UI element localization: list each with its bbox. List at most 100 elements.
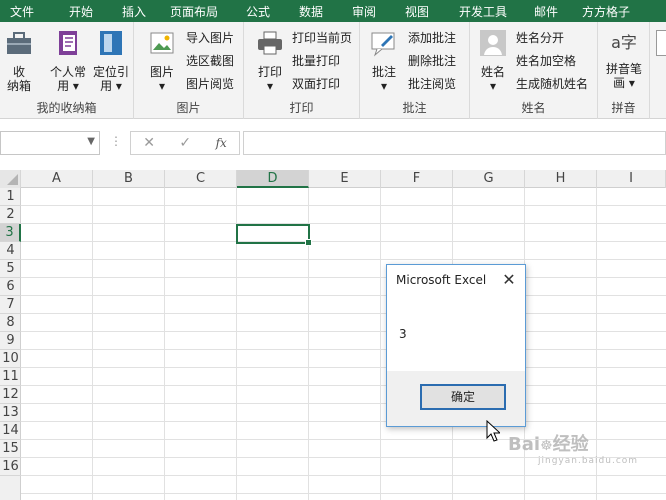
personal-common-button[interactable]: 个人常 用 ▾ <box>46 28 90 93</box>
comment-button[interactable]: 批注 ▾ <box>366 28 402 93</box>
group-label-print: 打印 <box>289 101 314 115</box>
split-name-button[interactable]: 姓名分开 <box>516 28 564 48</box>
tab-formulas[interactable]: 公式 <box>238 3 278 20</box>
toolbox-icon <box>2 28 36 61</box>
group-label-favorites: 我的收纳箱 <box>36 101 97 115</box>
group-pinyin: a字 拼音笔 画 ▾ 拼音 <box>598 22 650 119</box>
row-headers: 1 2 3 4 5 6 7 8 9 10 11 12 13 14 15 16 <box>0 188 21 500</box>
tab-review[interactable]: 审阅 <box>344 3 384 20</box>
row-header-10[interactable]: 10 <box>0 350 21 368</box>
region-screenshot-button[interactable]: 选区截图 <box>186 51 234 71</box>
person-icon <box>476 28 510 61</box>
row-header-5[interactable]: 5 <box>0 260 21 278</box>
picture-browse-button[interactable]: 图片阅览 <box>186 74 234 94</box>
row-header-12[interactable]: 12 <box>0 386 21 404</box>
close-icon[interactable]: ✕ <box>501 270 517 289</box>
active-cell-d3[interactable] <box>236 224 312 246</box>
delete-comment-button[interactable]: 删除批注 <box>408 51 456 71</box>
row-header-1[interactable]: 1 <box>0 188 21 206</box>
ok-button[interactable]: 确定 <box>420 384 506 410</box>
row-header-8[interactable]: 8 <box>0 314 21 332</box>
dialog-title: Microsoft Excel <box>396 273 487 287</box>
group-favorites: 收 纳箱 个人常 用 ▾ 定位引 用 ▾ 我的收纳箱 <box>0 22 134 119</box>
more-icon[interactable] <box>656 30 666 56</box>
dialog-message: 3 <box>399 327 407 341</box>
row-header-15[interactable]: 15 <box>0 440 21 458</box>
printer-icon <box>252 28 288 61</box>
group-comment: 批注 ▾ 添加批注 删除批注 批注阅览 批注 <box>360 22 470 119</box>
storage-box-button[interactable]: 收 纳箱 <box>2 28 36 93</box>
notebook-icon <box>46 28 90 61</box>
chevron-down-icon[interactable]: ▼ <box>87 136 95 147</box>
pinyin-stroke-button[interactable]: a字 拼音笔 画 ▾ <box>600 28 648 90</box>
locate-reference-button[interactable]: 定位引 用 ▾ <box>90 28 132 93</box>
locate-icon <box>90 28 132 61</box>
group-print: 打印 ▾ 打印当前页 批量打印 双面打印 打印 <box>244 22 360 119</box>
group-label-comment: 批注 <box>402 101 427 115</box>
tab-mailings[interactable]: 邮件 <box>516 3 576 20</box>
row-header-3[interactable]: 3 <box>0 224 21 242</box>
formula-bar: ▼ ⋮ ✕ ✓ fx <box>0 119 666 170</box>
row-header-11[interactable]: 11 <box>0 368 21 386</box>
function-icon[interactable]: fx <box>216 136 227 150</box>
tab-insert[interactable]: 插入 <box>118 3 150 20</box>
formula-buttons: ✕ ✓ fx <box>130 131 240 155</box>
select-all-corner[interactable] <box>0 170 21 188</box>
picture-icon <box>144 28 180 61</box>
pinyin-icon: a字 <box>611 33 637 52</box>
formula-input[interactable] <box>243 131 666 155</box>
row-header-9[interactable]: 9 <box>0 332 21 350</box>
row-header-16[interactable]: 16 <box>0 458 21 476</box>
column-header-c[interactable]: C <box>165 170 237 188</box>
column-header-e[interactable]: E <box>309 170 381 188</box>
column-header-g[interactable]: G <box>453 170 525 188</box>
name-add-space-button[interactable]: 姓名加空格 <box>516 51 576 71</box>
group-label-pinyin: 拼音 <box>611 101 636 115</box>
mouse-cursor-icon <box>486 419 502 445</box>
print-button[interactable]: 打印 ▾ <box>252 28 288 93</box>
row-header-13[interactable]: 13 <box>0 404 21 422</box>
tab-view[interactable]: 视图 <box>384 3 450 20</box>
message-dialog: Microsoft Excel ✕ 3 确定 <box>386 264 526 427</box>
batch-print-button[interactable]: 批量打印 <box>292 51 340 71</box>
cancel-icon[interactable]: ✕ <box>143 135 155 151</box>
tab-page-layout[interactable]: 页面布局 <box>150 3 238 20</box>
group-name: 姓名 ▾ 姓名分开 姓名加空格 生成随机姓名 姓名 <box>470 22 598 119</box>
print-current-page-button[interactable]: 打印当前页 <box>292 28 352 48</box>
row-header-2[interactable]: 2 <box>0 206 21 224</box>
comment-icon <box>366 28 402 61</box>
separator-dots-icon: ⋮ <box>110 134 122 148</box>
menu-bar: 文件 开始 插入 页面布局 公式 数据 审阅 视图 开发工具 邮件 方方格子 <box>0 0 666 22</box>
tab-fangfanggezi[interactable]: 方方格子 <box>576 3 636 20</box>
name-box[interactable]: ▼ <box>0 131 100 155</box>
tab-file[interactable]: 文件 <box>0 3 44 20</box>
import-picture-button[interactable]: 导入图片 <box>186 28 234 48</box>
group-label-name: 姓名 <box>521 101 546 115</box>
duplex-print-button[interactable]: 双面打印 <box>292 74 340 94</box>
column-headers: A B C D E F G H I <box>0 170 666 188</box>
dialog-footer: 确定 <box>387 371 525 426</box>
add-comment-button[interactable]: 添加批注 <box>408 28 456 48</box>
ribbon: 收 纳箱 个人常 用 ▾ 定位引 用 ▾ 我的收纳箱 图片 ▾ 导入图片 选区截… <box>0 22 666 119</box>
picture-button[interactable]: 图片 ▾ <box>144 28 180 93</box>
browse-comment-button[interactable]: 批注阅览 <box>408 74 456 94</box>
row-header-6[interactable]: 6 <box>0 278 21 296</box>
row-header-7[interactable]: 7 <box>0 296 21 314</box>
column-header-b[interactable]: B <box>93 170 165 188</box>
random-name-button[interactable]: 生成随机姓名 <box>516 74 588 94</box>
column-header-d[interactable]: D <box>237 170 309 188</box>
name-button[interactable]: 姓名 ▾ <box>476 28 510 93</box>
tab-developer[interactable]: 开发工具 <box>450 3 516 20</box>
tab-data[interactable]: 数据 <box>278 3 344 20</box>
column-header-f[interactable]: F <box>381 170 453 188</box>
group-picture: 图片 ▾ 导入图片 选区截图 图片阅览 图片 <box>134 22 244 119</box>
group-label-picture: 图片 <box>176 101 201 115</box>
column-header-a[interactable]: A <box>21 170 93 188</box>
baidu-watermark-logo: Bai☸经验 jingyan.baidu.com <box>508 434 639 466</box>
tab-home[interactable]: 开始 <box>44 3 118 20</box>
row-header-4[interactable]: 4 <box>0 242 21 260</box>
row-header-14[interactable]: 14 <box>0 422 21 440</box>
column-header-h[interactable]: H <box>525 170 597 188</box>
column-header-i[interactable]: I <box>597 170 666 188</box>
enter-icon[interactable]: ✓ <box>179 135 191 151</box>
